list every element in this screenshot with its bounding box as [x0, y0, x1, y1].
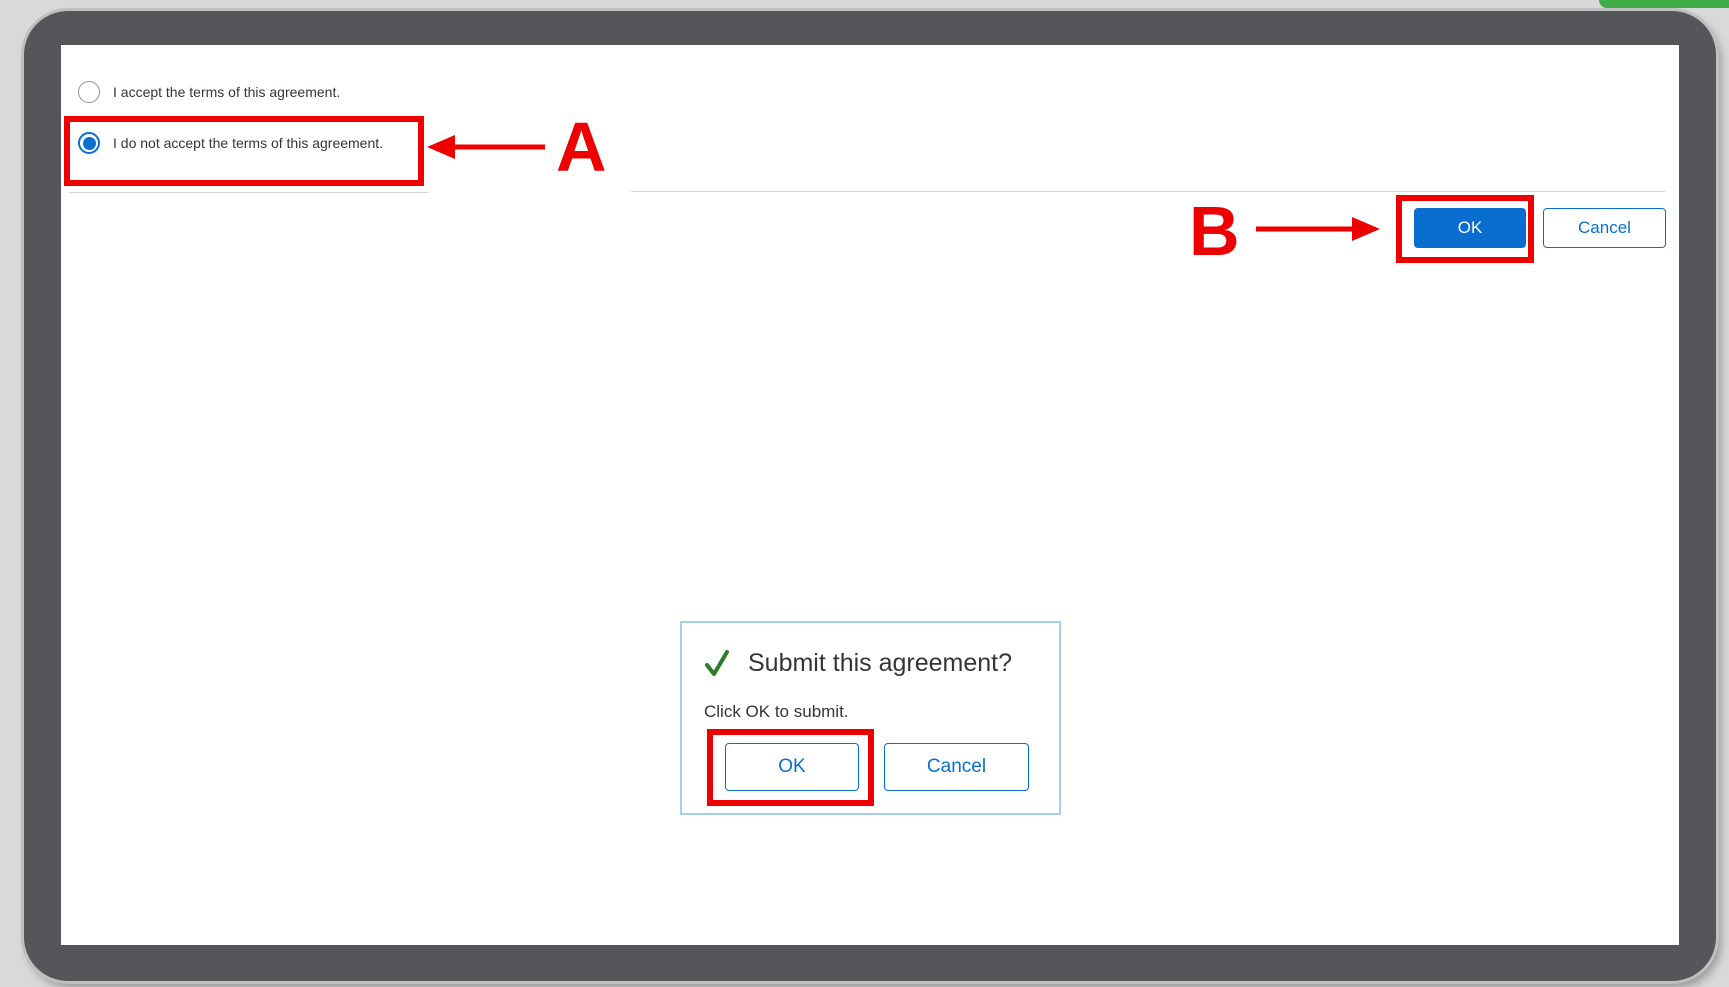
highlight-box-b [1396, 195, 1534, 263]
radio-accept[interactable]: I accept the terms of this agreement. [78, 81, 340, 103]
radio-accept-label: I accept the terms of this agreement. [113, 84, 341, 100]
dialog-title: Submit this agreement? [748, 649, 1013, 677]
corner-tab [1599, 0, 1729, 8]
highlight-box-dialog-ok [707, 729, 874, 806]
divider-right [631, 191, 1666, 192]
checkmark-icon [705, 650, 729, 676]
arrow-a-icon [427, 135, 545, 159]
annotation-label-b: B [1189, 192, 1240, 270]
highlight-box-a [64, 116, 424, 186]
dialog-cancel-button[interactable]: Cancel [884, 743, 1029, 791]
divider-left [69, 192, 429, 193]
radio-accept-circle[interactable] [78, 81, 100, 103]
annotation-label-a: A [556, 108, 607, 186]
dialog-message: Click OK to submit. [704, 702, 849, 721]
cancel-button[interactable]: Cancel [1543, 208, 1666, 248]
arrow-b-icon [1256, 217, 1380, 241]
